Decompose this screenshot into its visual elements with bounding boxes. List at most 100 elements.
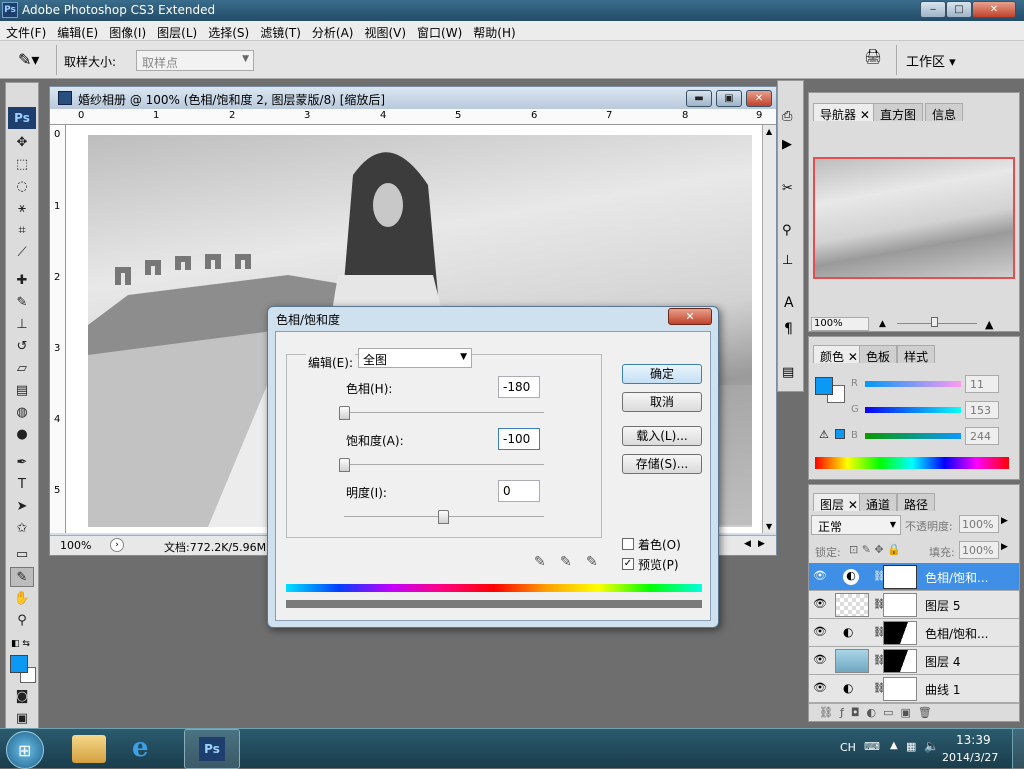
type-tool-icon[interactable]: T xyxy=(10,475,34,495)
crop-tool-icon[interactable]: ⌗ xyxy=(10,221,34,241)
layer-row[interactable]: 👁 ◐ ⛓ 色相/饱和... xyxy=(809,563,1019,591)
menu-window[interactable]: 窗口(W) xyxy=(411,21,467,41)
navigator-preview[interactable] xyxy=(813,157,1015,279)
layer-name[interactable]: 色相/饱和... xyxy=(925,569,989,586)
tab-paths[interactable]: 路径 xyxy=(897,493,936,512)
scroll-up-icon[interactable]: ▲ xyxy=(766,127,772,136)
visibility-eye-icon[interactable]: 👁 xyxy=(811,597,829,610)
menu-file[interactable]: 文件(F) xyxy=(0,21,51,41)
ok-button[interactable]: 确定 xyxy=(622,364,702,384)
show-desktop-button[interactable] xyxy=(1012,729,1024,769)
hue-field[interactable]: -180 xyxy=(498,376,540,398)
saturation-field[interactable]: -100 xyxy=(498,428,540,450)
g-slider[interactable] xyxy=(865,407,961,413)
notes-tool-icon[interactable]: ▭ xyxy=(10,545,34,565)
tab-color[interactable]: 颜色 ✕ xyxy=(813,345,865,364)
menu-analysis[interactable]: 分析(A) xyxy=(306,21,359,41)
tool-presets-icon[interactable]: ✂ xyxy=(782,181,793,196)
paragraph-panel-icon[interactable]: ¶ xyxy=(784,321,793,337)
start-button[interactable]: ⊞ xyxy=(6,731,44,769)
blend-mode-select[interactable]: 正常 ▼ xyxy=(811,515,901,535)
layer-thumbnail[interactable] xyxy=(835,649,869,673)
menu-edit[interactable]: 编辑(E) xyxy=(51,21,103,41)
lightness-slider-thumb[interactable] xyxy=(438,510,449,524)
layer-row[interactable]: 👁 ◐ ⛓ 曲线 1 xyxy=(809,675,1019,703)
tab-channels[interactable]: 通道 xyxy=(859,493,898,512)
visibility-eye-icon[interactable]: 👁 xyxy=(811,653,829,666)
zoom-in-icon[interactable]: ▲ xyxy=(985,318,993,331)
layer-mask-thumbnail[interactable] xyxy=(883,593,917,617)
preview-label[interactable]: 预览(P) xyxy=(638,556,679,573)
foreground-color-swatch[interactable] xyxy=(10,655,28,673)
eyedropper-tool-icon[interactable]: ✎ xyxy=(10,567,34,587)
menu-layer[interactable]: 图层(L) xyxy=(151,21,202,41)
eyedropper-plus-icon[interactable]: ✎ xyxy=(560,554,572,570)
tray-arrow-icon[interactable]: ▲ xyxy=(890,740,898,751)
visibility-eye-icon[interactable]: 👁 xyxy=(811,625,829,638)
hue-slider-track[interactable] xyxy=(344,412,544,413)
clock-time[interactable]: 13:39 xyxy=(956,733,991,747)
sample-size-select[interactable]: 取样点 ▼ xyxy=(136,50,254,71)
doc-close-button[interactable]: ✕ xyxy=(746,90,772,107)
default-colors-icon[interactable]: ◧ ⇆ xyxy=(11,639,30,649)
scroll-down-icon[interactable]: ▼ xyxy=(766,522,772,531)
tab-styles[interactable]: 样式 xyxy=(897,345,936,364)
vertical-scrollbar[interactable]: ▲ ▼ xyxy=(762,125,776,533)
history-brush-tool-icon[interactable]: ↺ xyxy=(10,337,34,357)
r-slider[interactable] xyxy=(865,381,961,387)
menu-image[interactable]: 图像(I) xyxy=(103,21,151,41)
photoshop-taskbar-button[interactable]: Ps xyxy=(184,729,240,769)
hand-tool-icon[interactable]: ✋ xyxy=(10,589,34,609)
zoom-tool-icon[interactable]: ⚲ xyxy=(10,611,34,631)
clock-date[interactable]: 2014/3/27 xyxy=(942,751,998,764)
fill-arrow-icon[interactable]: ▶ xyxy=(1001,542,1008,552)
close-icon[interactable]: ✕ xyxy=(848,498,858,512)
dodge-tool-icon[interactable]: ● xyxy=(10,425,34,445)
layer-name[interactable]: 图层 4 xyxy=(925,653,960,670)
edit-select[interactable]: 全图 ▼ xyxy=(358,348,472,368)
internet-explorer-icon[interactable]: e xyxy=(132,733,149,763)
g-value[interactable]: 153 xyxy=(965,401,999,419)
web-color-swatch[interactable] xyxy=(835,429,845,439)
keyboard-icon[interactable]: ⌨ xyxy=(864,740,880,753)
layer-mask-thumbnail[interactable] xyxy=(883,565,917,589)
visibility-eye-icon[interactable]: 👁 xyxy=(811,681,829,694)
gamut-warning-icon[interactable]: ⚠ xyxy=(819,428,829,441)
healing-brush-tool-icon[interactable]: ✚ xyxy=(10,271,34,291)
eyedropper-tool-preset-icon[interactable]: ✎▾ xyxy=(18,50,39,69)
layers-footer-icons[interactable]: ⛓ƒ◘◐▭▣🗑 xyxy=(809,703,1019,721)
menu-filter[interactable]: 滤镜(T) xyxy=(254,21,306,41)
minimize-button[interactable]: ‒ xyxy=(920,1,946,18)
eraser-tool-icon[interactable]: ▱ xyxy=(10,359,34,379)
path-selection-tool-icon[interactable]: ➤ xyxy=(10,497,34,517)
menu-help[interactable]: 帮助(H) xyxy=(467,21,520,41)
doc-minimize-button[interactable]: ▬ xyxy=(686,90,712,107)
network-icon[interactable]: ▦ xyxy=(906,740,916,753)
layer-mask-thumbnail[interactable] xyxy=(883,621,917,645)
actions-panel-icon[interactable]: ▶ xyxy=(782,137,792,152)
input-language[interactable]: CH xyxy=(840,741,856,754)
tab-info[interactable]: 信息 xyxy=(925,103,964,122)
tab-histogram[interactable]: 直方图 xyxy=(873,103,924,122)
quick-mask-icon[interactable]: ◙ xyxy=(10,687,34,707)
status-menu-icon[interactable]: › xyxy=(110,538,124,552)
brushes-panel-icon[interactable]: ⚲ xyxy=(782,223,792,238)
navigator-zoom-thumb[interactable] xyxy=(931,317,938,327)
character-panel-icon[interactable]: A xyxy=(784,295,794,311)
brush-tool-icon[interactable]: ✎ xyxy=(10,293,34,313)
colorize-label[interactable]: 着色(O) xyxy=(638,536,681,553)
scroll-right-icon[interactable]: ▶ xyxy=(758,539,765,549)
clone-source-icon[interactable]: ⊥ xyxy=(782,253,793,268)
layer-row[interactable]: 👁 ⛓ 图层 5 xyxy=(809,591,1019,619)
dialog-close-button[interactable]: ✕ xyxy=(668,308,712,325)
opacity-field[interactable]: 100% xyxy=(959,515,999,533)
lightness-field[interactable]: 0 xyxy=(498,480,540,502)
eyedropper-minus-icon[interactable]: ✎ xyxy=(586,554,598,570)
maximize-button[interactable]: □ xyxy=(946,1,972,18)
history-panel-icon[interactable]: ⎙ xyxy=(782,109,792,124)
colorize-checkbox[interactable] xyxy=(622,538,634,550)
layer-thumbnail[interactable] xyxy=(835,593,869,617)
gradient-tool-icon[interactable]: ▤ xyxy=(10,381,34,401)
slice-tool-icon[interactable]: ⟋ xyxy=(10,243,34,263)
clone-stamp-tool-icon[interactable]: ⊥ xyxy=(10,315,34,335)
